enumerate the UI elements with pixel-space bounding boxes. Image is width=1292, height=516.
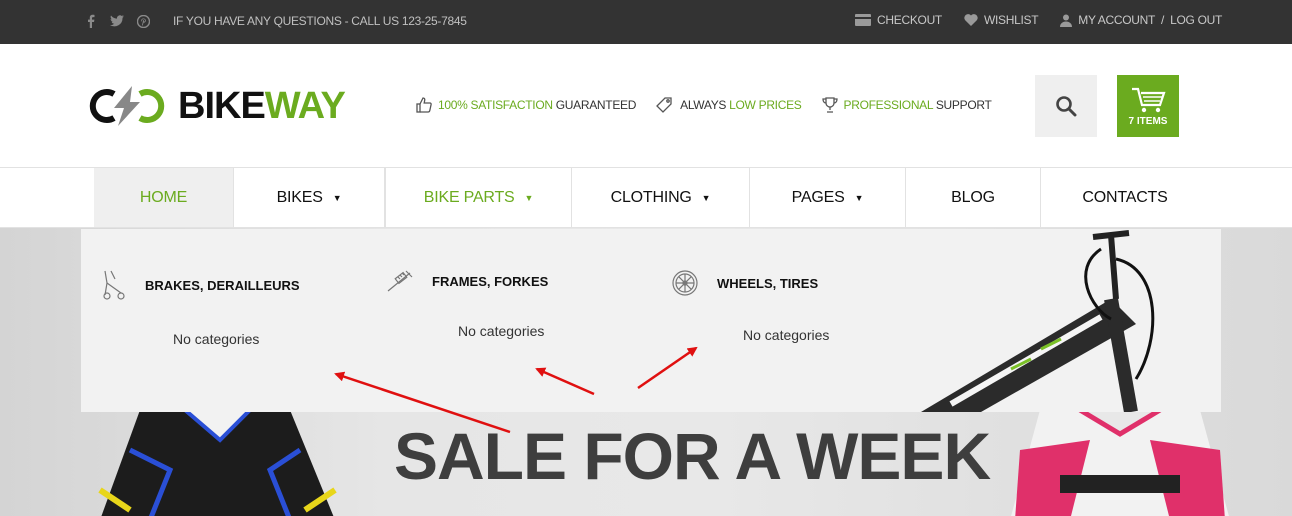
logo-text-bike: BIKE (178, 84, 266, 127)
nav-bike-parts-label: BIKE PARTS (423, 189, 515, 206)
top-bar: IF YOU HAVE ANY QUESTIONS - CALL US 123-… (0, 0, 1292, 44)
caret-down-icon: ▼ (524, 193, 534, 203)
feature-satisfaction-text: GUARANTEED (552, 98, 637, 112)
search-icon (1056, 96, 1077, 117)
cart-button[interactable]: 7 ITEMS (1117, 75, 1179, 137)
fork-icon (387, 270, 413, 292)
feature-satisfaction-highlight: 100% SATISFACTION (438, 98, 553, 112)
thumbs-up-icon (416, 97, 432, 113)
search-button[interactable] (1035, 75, 1097, 137)
twitter-icon[interactable] (110, 13, 124, 29)
feature-satisfaction: 100% SATISFACTION GUARANTEED (416, 97, 636, 113)
feature-support-highlight: PROFESSIONAL (843, 98, 934, 112)
caret-down-icon: ▼ (701, 193, 711, 203)
pinterest-icon[interactable] (136, 13, 150, 29)
dropdown-column-header[interactable]: WHEELS, TIRES (671, 269, 931, 297)
bike-parts-dropdown: BRAKES, DERAILLEURS No categories FRAMES… (81, 229, 1221, 412)
cart-count: 7 ITEMS (1128, 115, 1168, 127)
card-icon (855, 14, 872, 26)
account-links: CHECKOUT WISHLIST MY ACCOUNT / LOG OUT (855, 13, 1222, 27)
site-logo[interactable]: BIKEWAY (86, 80, 346, 132)
nav-divider (0, 227, 1292, 228)
wishlist-link[interactable]: WISHLIST (964, 13, 1039, 27)
dropdown-column-title: FRAMES, FORKES (432, 273, 549, 289)
nav-home-label: HOME (139, 189, 188, 206)
checkout-label: CHECKOUT (877, 13, 942, 27)
heart-icon (964, 14, 978, 26)
nav-bikes[interactable]: BIKES ▼ (234, 168, 385, 228)
nav-blog[interactable]: BLOG (906, 168, 1041, 228)
dropdown-column-title: WHEELS, TIRES (717, 275, 819, 291)
nav-blog-label: BLOG (951, 189, 995, 206)
dropdown-column-title: BRAKES, DERAILLEURS (145, 277, 300, 293)
dropdown-column-brakes: BRAKES, DERAILLEURS No categories (101, 269, 361, 347)
caret-down-icon: ▼ (854, 193, 864, 203)
bikeway-logo-icon (89, 86, 165, 126)
nav-home[interactable]: HOME (94, 168, 234, 228)
hero-title: SALE FOR A WEEK (394, 419, 991, 493)
account-link[interactable]: MY ACCOUNT / LOG OUT (1060, 13, 1222, 27)
nav-clothing[interactable]: CLOTHING ▼ (572, 168, 750, 228)
brake-icon (103, 270, 125, 300)
trophy-icon (821, 97, 838, 113)
jersey-left-image (98, 410, 337, 516)
nav-contacts[interactable]: CONTACTS (1041, 168, 1209, 228)
cart-icon (1132, 87, 1166, 112)
feature-list: 100% SATISFACTION GUARANTEED ALWAYS LOW … (416, 97, 992, 113)
dropdown-column-frames: FRAMES, FORKES No categories (386, 269, 646, 339)
jersey-right-image (1011, 410, 1229, 516)
dropdown-column-header[interactable]: FRAMES, FORKES (386, 269, 646, 293)
site-header: BIKEWAY 100% SATISFACTION GUARANTEED ALW… (0, 44, 1292, 168)
wheel-icon (672, 270, 698, 296)
logo-text-way: WAY (264, 84, 346, 127)
nav-bikes-label: BIKES (276, 189, 323, 206)
nav-bike-parts[interactable]: BIKE PARTS ▼ (385, 168, 572, 228)
feature-low-prices-text: ALWAYS (680, 98, 730, 112)
dropdown-column-empty-text: No categories (173, 331, 260, 347)
nav-pages-label: PAGES (791, 189, 845, 206)
feature-support-text: SUPPORT (932, 98, 992, 112)
account-label[interactable]: MY ACCOUNT (1078, 13, 1155, 27)
dropdown-column-wheels: WHEELS, TIRES No categories (671, 269, 931, 343)
contact-message: IF YOU HAVE ANY QUESTIONS - CALL US 123-… (173, 14, 467, 28)
dropdown-column-empty-text: No categories (458, 323, 545, 339)
social-links (84, 13, 150, 29)
logo-text: BIKEWAY (178, 84, 346, 128)
feature-low-prices-highlight: LOW PRICES (729, 98, 802, 112)
logout-link[interactable]: LOG OUT (1170, 13, 1222, 27)
facebook-icon[interactable] (84, 13, 98, 29)
feature-low-prices: ALWAYS LOW PRICES (656, 97, 802, 113)
user-icon (1060, 14, 1073, 27)
checkout-link[interactable]: CHECKOUT (855, 13, 942, 27)
nav-clothing-label: CLOTHING (610, 189, 692, 206)
caret-down-icon: ▼ (332, 193, 342, 203)
link-separator: / (1161, 13, 1165, 27)
dropdown-column-header[interactable]: BRAKES, DERAILLEURS (101, 269, 361, 301)
nav-contacts-label: CONTACTS (1082, 189, 1168, 206)
price-tag-icon (656, 97, 672, 113)
nav-pages[interactable]: PAGES ▼ (750, 168, 906, 228)
main-nav: HOME BIKES ▼ BIKE PARTS ▼ CLOTHING ▼ PAG… (94, 168, 1209, 228)
dropdown-column-empty-text: No categories (743, 327, 830, 343)
feature-support: PROFESSIONAL SUPPORT (821, 97, 992, 113)
wishlist-label: WISHLIST (983, 13, 1039, 27)
